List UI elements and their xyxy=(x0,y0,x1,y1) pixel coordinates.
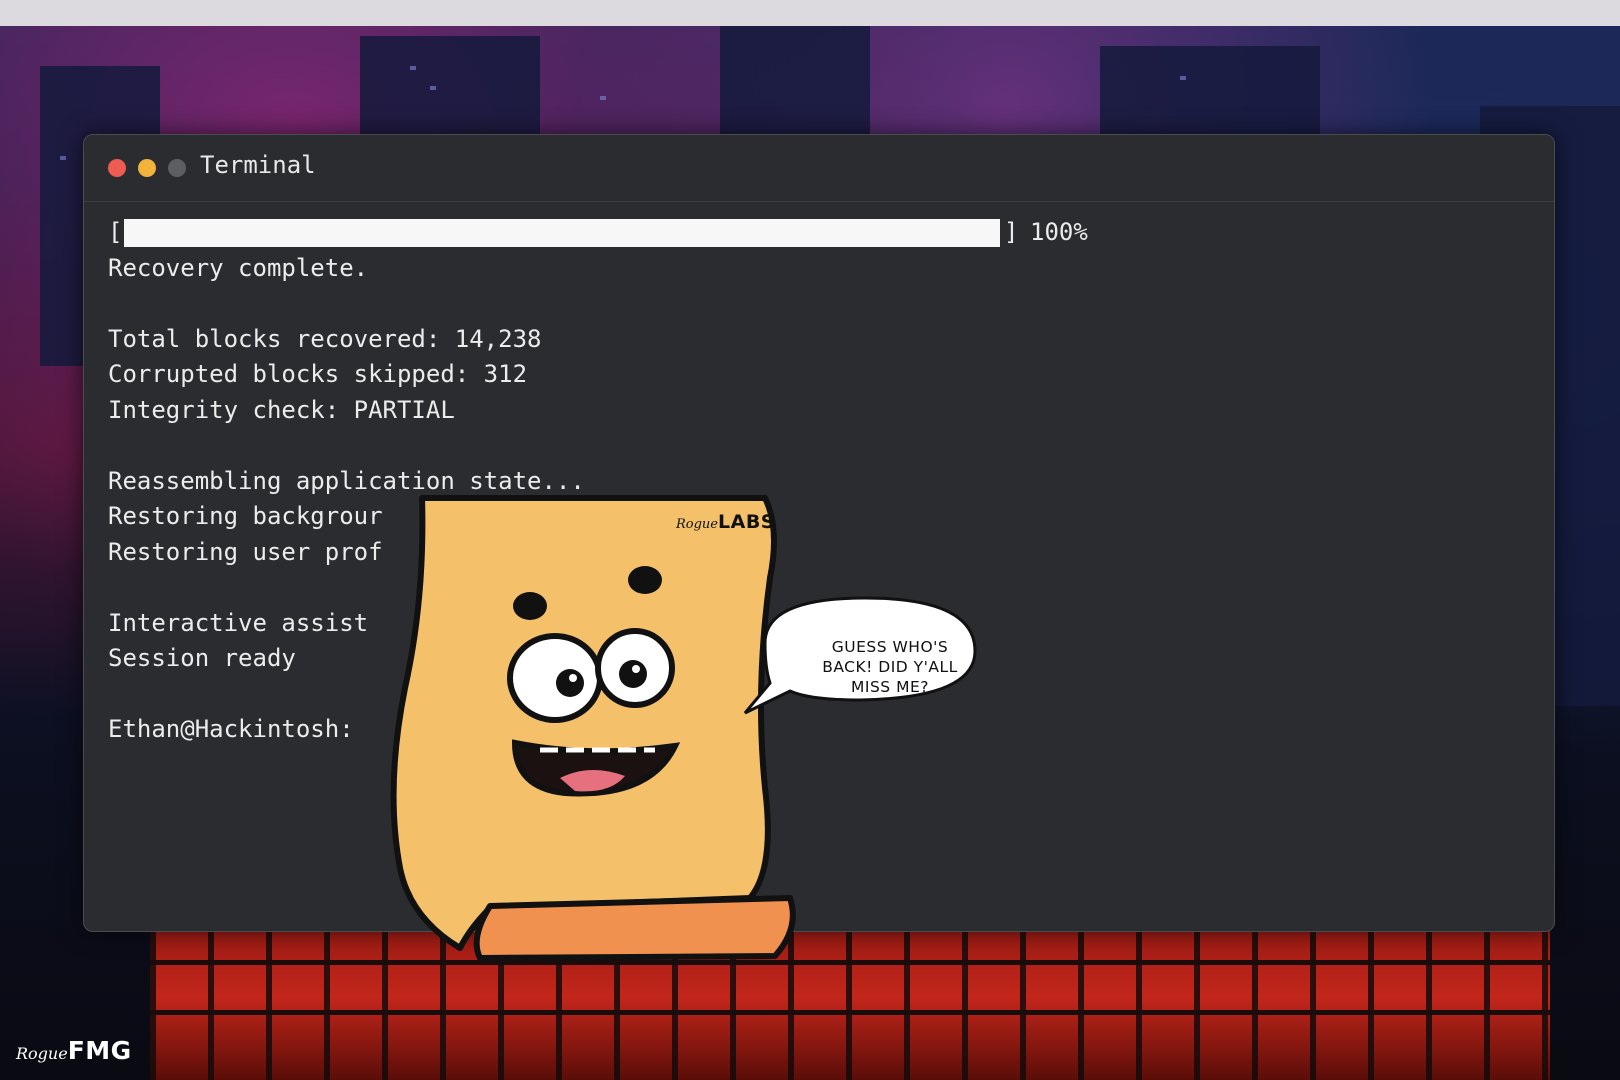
progress-bar: [ ] 100% xyxy=(108,215,1528,251)
progress-bracket-open: [ xyxy=(108,218,123,246)
minimize-button[interactable] xyxy=(138,159,156,177)
terminal-line-total-blocks: Total blocks recovered: 14,238 xyxy=(108,324,542,353)
window-light xyxy=(410,66,416,70)
logo-bold: LABS xyxy=(718,511,775,533)
speech-line: MISS ME? xyxy=(851,678,929,696)
eyebrow-right xyxy=(628,566,662,594)
rogue-fmg-watermark: RogueFMG xyxy=(16,1036,132,1065)
scroll-mascot xyxy=(390,495,977,961)
close-button[interactable] xyxy=(108,159,126,177)
screen: Terminal [ ] 100% Recovery complete. Tot… xyxy=(0,0,1620,1080)
eye-glint xyxy=(632,665,640,673)
scaffold-bar xyxy=(150,1010,1550,1015)
pupil-left xyxy=(556,669,584,697)
progress-fill xyxy=(124,219,1000,247)
speech-bubble-text: GUESS WHO'S BACK! DID Y'ALL MISS ME? xyxy=(790,637,990,697)
terminal-line-integrity: Integrity check: PARTIAL xyxy=(108,395,455,424)
terminal-line-recovery: Recovery complete. xyxy=(108,253,369,282)
zoom-button[interactable] xyxy=(168,159,186,177)
watermark-bold: FMG xyxy=(67,1036,132,1065)
scroll-body xyxy=(390,495,777,951)
window-light xyxy=(1180,76,1186,80)
logo-script: Rogue xyxy=(676,517,719,532)
pupil-right xyxy=(619,660,647,688)
speech-line: BACK! DID Y'ALL xyxy=(822,658,958,676)
terminal-line-corrupted-blocks: Corrupted blocks skipped: 312 xyxy=(108,360,528,388)
eye-glint xyxy=(569,674,577,682)
eye-left xyxy=(507,633,603,723)
top-strip xyxy=(0,0,1620,26)
progress-percent: 100% xyxy=(1030,218,1088,246)
window-title: Terminal xyxy=(200,151,316,179)
window-light xyxy=(600,96,606,100)
window-light xyxy=(430,86,436,90)
watermark-script: Rogue xyxy=(16,1044,68,1063)
window-light xyxy=(60,156,66,160)
scroll-rolled-end xyxy=(473,895,796,961)
building xyxy=(720,26,870,136)
progress-bracket-close: ] xyxy=(1004,218,1019,246)
speech-line: GUESS WHO'S xyxy=(831,638,949,656)
title-bar[interactable]: Terminal xyxy=(84,135,1554,202)
progress-track xyxy=(124,219,1000,247)
rogue-labs-logo: RogueLABS xyxy=(676,511,775,533)
eyebrow-left xyxy=(513,592,547,620)
